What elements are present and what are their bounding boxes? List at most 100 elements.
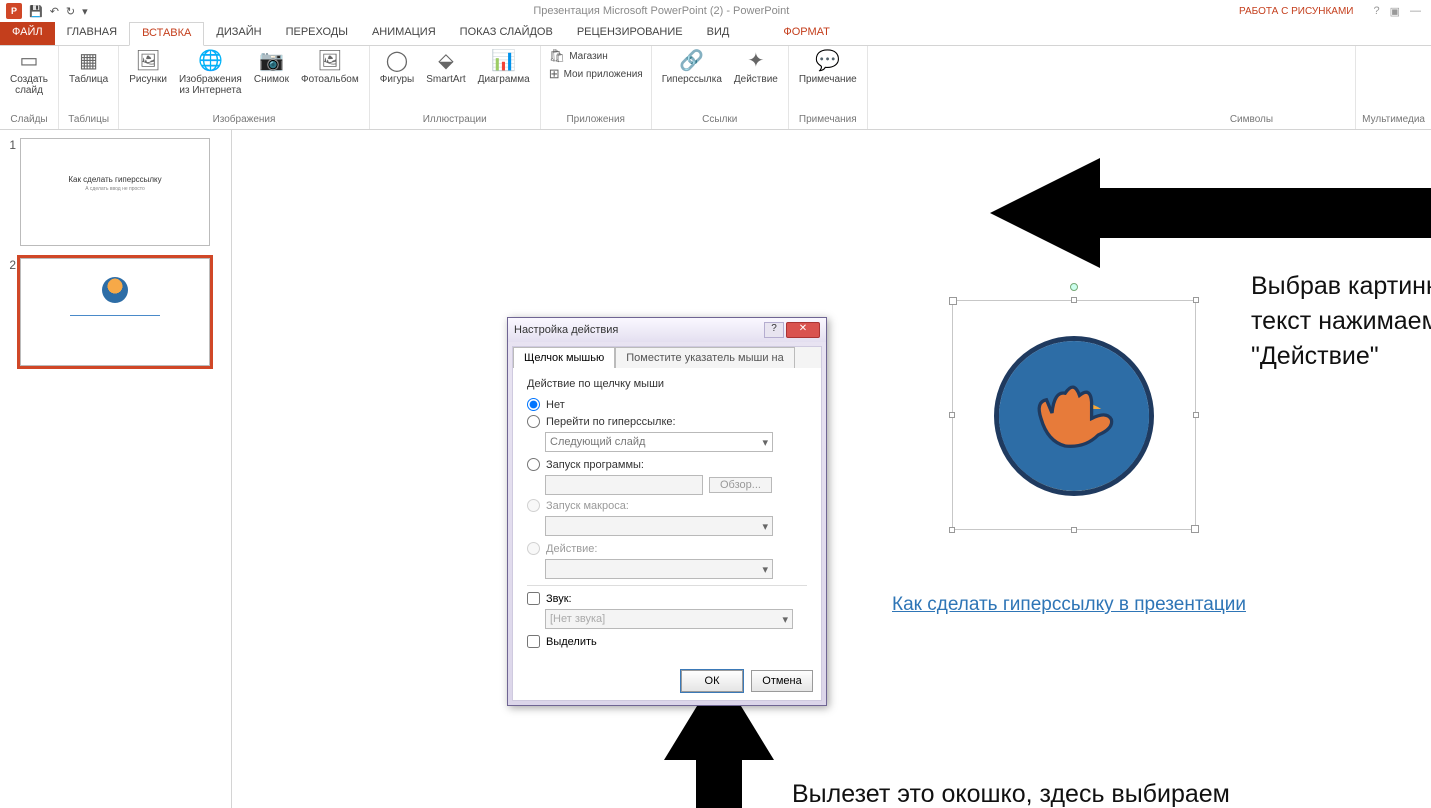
slide-canvas[interactable]: Как сделать гиперссылку в презентации Вы… bbox=[232, 130, 1431, 808]
table-button[interactable]: ▦Таблица bbox=[65, 48, 112, 87]
comment-icon: 💬 bbox=[815, 50, 840, 72]
window-buttons: ? ▣ — bbox=[1363, 5, 1431, 18]
combo-hyperlink-target[interactable]: Следующий слайд▾ bbox=[545, 432, 773, 452]
group-symbols: Символы bbox=[1154, 114, 1349, 127]
tab-transitions[interactable]: ПЕРЕХОДЫ bbox=[274, 22, 360, 45]
online-pictures-button[interactable]: 🌐Изображения из Интернета bbox=[175, 48, 246, 98]
shaka-hand-icon bbox=[1019, 358, 1129, 468]
comment-button[interactable]: 💬Примечание bbox=[795, 48, 861, 87]
my-apps-button[interactable]: ⊞Мои приложения bbox=[547, 66, 645, 82]
tab-view[interactable]: ВИД bbox=[695, 22, 742, 45]
tab-home[interactable]: ГЛАВНАЯ bbox=[55, 22, 129, 45]
dialog-close-button[interactable]: ✕ bbox=[786, 322, 820, 338]
quick-access-toolbar: P 💾 ↶ ↻ ▾ bbox=[0, 3, 94, 19]
dialog-titlebar[interactable]: Настройка действия ? ✕ bbox=[508, 318, 826, 342]
pictures-icon: 🖼 bbox=[135, 50, 160, 72]
group-illustrations: Иллюстрации bbox=[376, 114, 534, 127]
undo-icon[interactable]: ↶ bbox=[50, 5, 59, 18]
combo-action: ▾ bbox=[545, 559, 773, 579]
tab-file[interactable]: ФАЙЛ bbox=[0, 22, 55, 45]
annotation-text-2: Вылезет это окошко, здесь выбираем какое… bbox=[792, 776, 1262, 808]
ribbon-tabs: ФАЙЛ ГЛАВНАЯ ВСТАВКА ДИЗАЙН ПЕРЕХОДЫ АНИ… bbox=[0, 22, 1431, 46]
resize-handle[interactable] bbox=[1193, 412, 1199, 418]
smartart-icon: ⬙ bbox=[438, 50, 453, 72]
globe-icon: 🌐 bbox=[198, 50, 223, 72]
hyperlink-button[interactable]: 🔗Гиперссылка bbox=[658, 48, 726, 87]
input-program-path bbox=[545, 475, 703, 495]
selected-image[interactable] bbox=[952, 300, 1196, 530]
ok-button[interactable]: ОК bbox=[681, 670, 743, 692]
group-images: Изображения bbox=[125, 114, 363, 127]
radio-hyperlink[interactable]: Перейти по гиперссылке: bbox=[527, 415, 807, 428]
slide-thumbnails-panel: 1 Как сделать гиперссылкуА сделать ввод … bbox=[0, 130, 232, 808]
group-tables: Таблицы bbox=[65, 114, 112, 127]
slide-hyperlink-text[interactable]: Как сделать гиперссылку в презентации bbox=[892, 594, 1246, 616]
chart-button[interactable]: 📊Диаграмма bbox=[474, 48, 534, 87]
app-title: Презентация Microsoft PowerPoint (2) - P… bbox=[94, 5, 1229, 17]
logo-graphic bbox=[994, 336, 1154, 496]
apps-icon: ⊞ bbox=[549, 67, 560, 81]
resize-handle[interactable] bbox=[1071, 297, 1077, 303]
tab-design[interactable]: ДИЗАЙН bbox=[204, 22, 273, 45]
minimize-icon[interactable]: — bbox=[1410, 5, 1421, 18]
slide-thumbnail-2[interactable] bbox=[20, 258, 210, 366]
slide-thumbnail-1[interactable]: Как сделать гиперссылкуА сделать ввод не… bbox=[20, 138, 210, 246]
group-comments: Примечания bbox=[795, 114, 861, 127]
workspace: 1 Как сделать гиперссылкуА сделать ввод … bbox=[0, 130, 1431, 808]
slide-number: 1 bbox=[4, 138, 16, 246]
thumb2-logo-icon bbox=[102, 277, 128, 303]
dialog-tab-click[interactable]: Щелчок мышью bbox=[513, 347, 615, 368]
radio-none[interactable]: Нет bbox=[527, 398, 807, 411]
thumb1-subtitle: А сделать ввод не просто bbox=[21, 186, 209, 192]
contextual-tab-label: РАБОТА С РИСУНКАМИ bbox=[1229, 6, 1363, 17]
link-icon: 🔗 bbox=[679, 50, 704, 72]
action-button[interactable]: ✦Действие bbox=[730, 48, 782, 87]
title-bar: P 💾 ↶ ↻ ▾ Презентация Microsoft PowerPoi… bbox=[0, 0, 1431, 22]
chart-icon: 📊 bbox=[491, 50, 516, 72]
radio-run-program[interactable]: Запуск программы: bbox=[527, 458, 807, 471]
store-button[interactable]: 🛍Магазин bbox=[547, 48, 645, 64]
radio-run-macro: Запуск макроса: bbox=[527, 499, 807, 512]
tab-insert[interactable]: ВСТАВКА bbox=[129, 22, 204, 46]
cancel-button[interactable]: Отмена bbox=[751, 670, 813, 692]
shapes-button[interactable]: ◯Фигуры bbox=[376, 48, 418, 87]
start-from-beginning-icon[interactable]: ▾ bbox=[82, 5, 88, 18]
resize-handle[interactable] bbox=[949, 412, 955, 418]
tab-format[interactable]: ФОРМАТ bbox=[771, 22, 842, 45]
rotate-handle-icon[interactable] bbox=[1070, 283, 1078, 291]
tab-animation[interactable]: АНИМАЦИЯ bbox=[360, 22, 448, 45]
tab-slideshow[interactable]: ПОКАЗ СЛАЙДОВ bbox=[448, 22, 565, 45]
ribbon-collapse-icon[interactable]: ▣ bbox=[1390, 5, 1400, 18]
smartart-button[interactable]: ⬙SmartArt bbox=[422, 48, 469, 87]
resize-handle[interactable] bbox=[1193, 297, 1199, 303]
chevron-down-icon: ▾ bbox=[762, 436, 768, 449]
group-slides: Слайды bbox=[6, 114, 52, 127]
radio-action: Действие: bbox=[527, 542, 807, 555]
store-icon: 🛍 bbox=[549, 49, 566, 63]
thumb2-link-line bbox=[70, 315, 160, 316]
checkbox-highlight[interactable]: Выделить bbox=[527, 635, 807, 648]
new-slide-button[interactable]: ▭Создать слайд bbox=[6, 48, 52, 98]
combo-sound: [Нет звука]▾ bbox=[545, 609, 793, 629]
ribbon: ▭Создать слайд Слайды ▦Таблица Таблицы 🖼… bbox=[0, 46, 1431, 130]
dialog-tab-hover[interactable]: Поместите указатель мыши на bbox=[615, 347, 795, 368]
camera-icon: 📷 bbox=[259, 50, 284, 72]
redo-icon[interactable]: ↻ bbox=[66, 5, 75, 18]
help-icon[interactable]: ? bbox=[1373, 5, 1379, 18]
resize-handle[interactable] bbox=[1071, 527, 1077, 533]
shapes-icon: ◯ bbox=[386, 50, 408, 72]
action-settings-dialog: Настройка действия ? ✕ Щелчок мышью Поме… bbox=[507, 317, 827, 706]
pictures-button[interactable]: 🖼Рисунки bbox=[125, 48, 171, 87]
group-apps: Приложения bbox=[547, 114, 645, 127]
resize-handle[interactable] bbox=[949, 527, 955, 533]
chevron-down-icon: ▾ bbox=[762, 563, 768, 576]
photo-album-button[interactable]: 🖼Фотоальбом bbox=[297, 48, 363, 87]
checkbox-sound[interactable]: Звук: bbox=[527, 592, 807, 605]
annotation-text-1: Выбрав картинку или текст нажимаем "Дейс… bbox=[1251, 269, 1431, 374]
dialog-help-button[interactable]: ? bbox=[764, 322, 784, 338]
screenshot-button[interactable]: 📷Снимок bbox=[250, 48, 293, 87]
save-icon[interactable]: 💾 bbox=[29, 5, 43, 18]
slide-number: 2 bbox=[4, 258, 16, 366]
chevron-down-icon: ▾ bbox=[762, 520, 768, 533]
tab-review[interactable]: РЕЦЕНЗИРОВАНИЕ bbox=[565, 22, 695, 45]
